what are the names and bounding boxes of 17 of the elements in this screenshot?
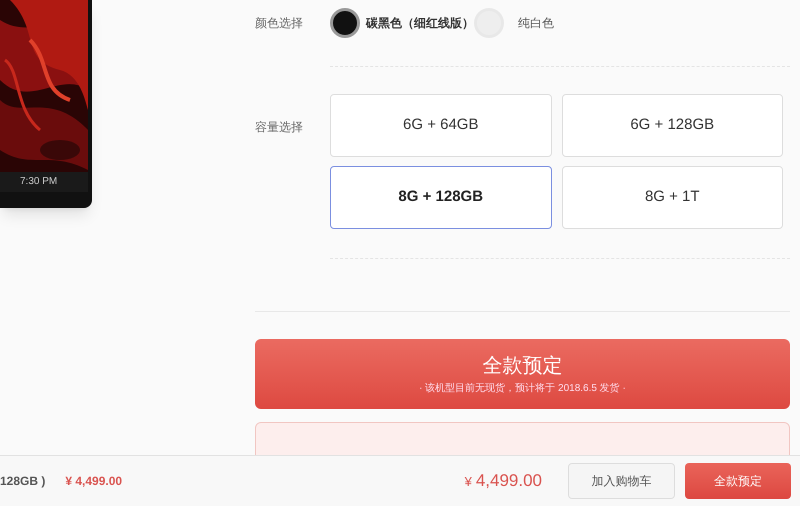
color-option[interactable]: 纯白色 [474,8,554,38]
summary-text: 128GB ) [0,473,46,490]
capacity-option[interactable]: 6G + 64GB [330,94,552,157]
capacity-option[interactable]: 8G + 1T [562,166,783,229]
total-price: 4,499.00 [476,470,542,492]
buy-button[interactable]: 全款预定 [685,463,791,499]
field-label: 颜色选择 [255,15,304,32]
field-label: 容量选择 [255,119,304,136]
currency-symbol: ¥ [464,473,472,492]
capacity-option[interactable]: 8G + 128GB [330,166,552,229]
shipping-note: · 该机型目前无现货，预计将于 2018.6.5 发货 · [419,382,626,396]
capacity-option[interactable]: 6G + 128GB [562,94,783,157]
button-title: 全款预定 [482,354,562,378]
add-to-cart-button[interactable]: 加入购物车 [568,463,675,499]
color-option[interactable]: 碳黑色（细红线版） [330,8,474,38]
summary-price: ¥ 4,499.00 [65,473,122,490]
clock-text: 7:30 PM [20,175,58,189]
